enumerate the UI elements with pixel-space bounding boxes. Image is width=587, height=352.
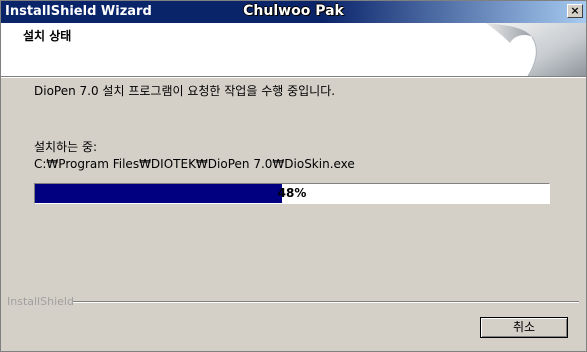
header-panel: 설치 상태 [1, 23, 586, 76]
progress-percent: 48% [277, 186, 307, 200]
page-title: 설치 상태 [23, 29, 72, 43]
installing-label: 설치하는 중: [34, 140, 98, 154]
installshield-dialog: InstallShield Wizard Chulwoo Pak × 설치 상태 [0, 0, 587, 352]
status-message: DioPen 7.0 설치 프로그램이 요청한 작업을 수행 중입니다. [34, 84, 336, 98]
header-separator [1, 76, 586, 78]
title-overlay-text: Chulwoo Pak [243, 3, 344, 19]
title-bar[interactable]: InstallShield Wizard Chulwoo Pak × [1, 1, 586, 23]
page-curl-graphic [486, 23, 586, 76]
installshield-brand-label: InstallShield [7, 295, 74, 308]
footer-separator [73, 301, 579, 303]
current-file-path: C:₩Program Files₩DIOTEK₩DioPen 7.0₩DioSk… [34, 157, 355, 171]
progress-bar: 48% [34, 183, 550, 204]
cancel-button[interactable]: 취소 [480, 317, 568, 338]
close-button[interactable]: × [567, 4, 583, 18]
